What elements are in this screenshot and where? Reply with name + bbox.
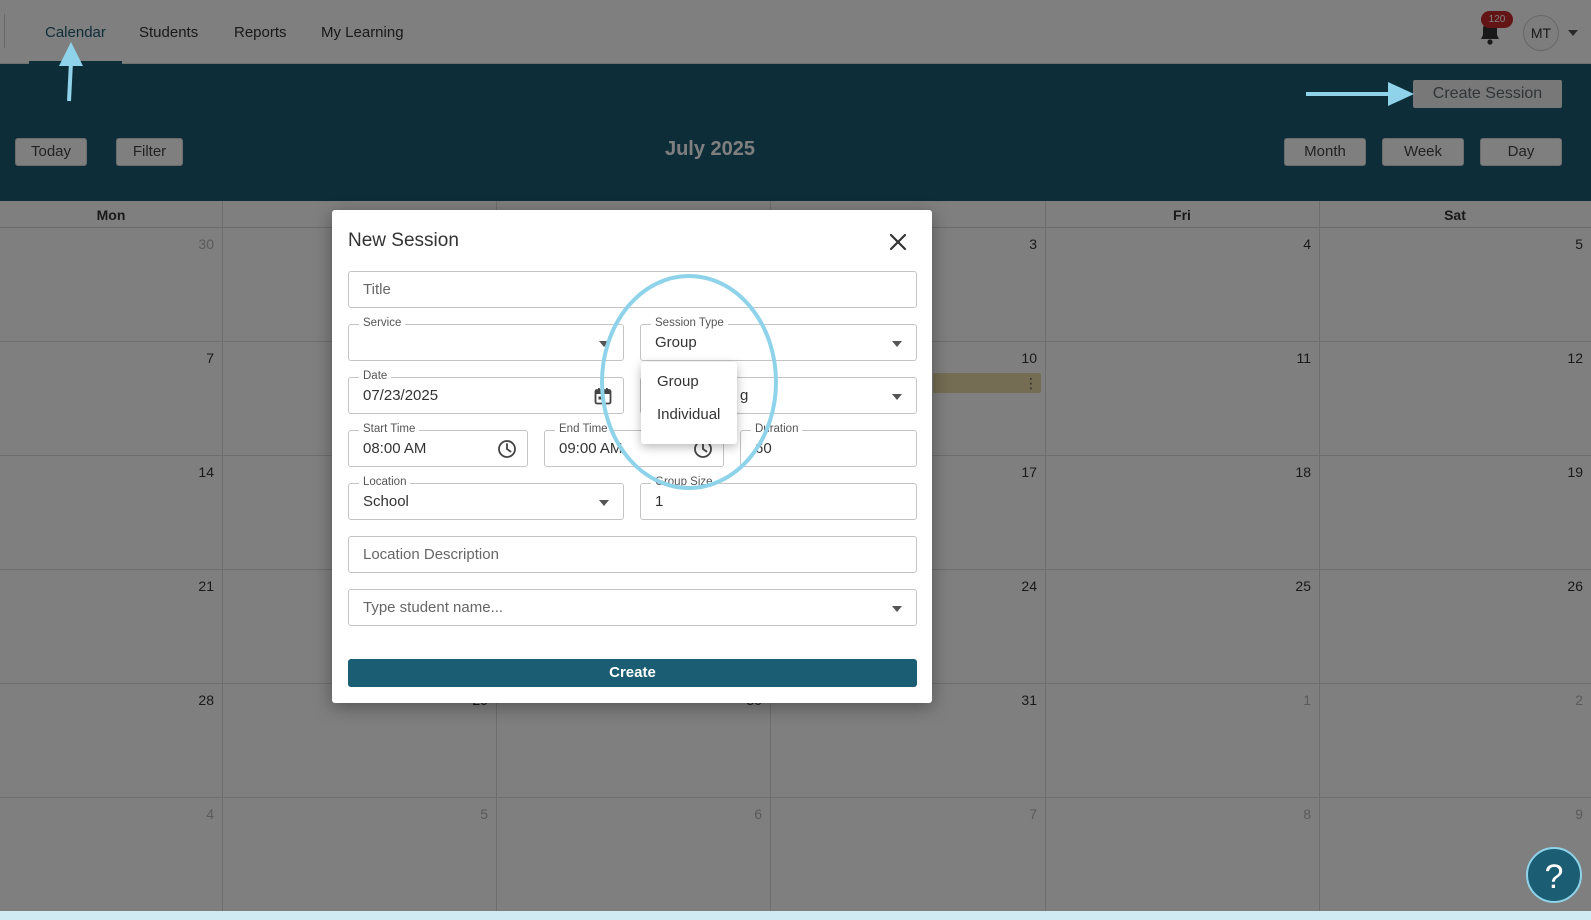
calendar-icon[interactable] <box>593 386 613 406</box>
close-icon[interactable] <box>886 230 910 254</box>
new-session-dialog: New Session Title Service Session Type G… <box>332 210 932 703</box>
service-select[interactable]: Service <box>348 317 624 361</box>
session-type-select[interactable]: Session Type Group <box>640 317 917 361</box>
option-group[interactable]: Group <box>641 366 737 398</box>
title-placeholder: Title <box>363 281 391 298</box>
end-time-value: 09:00 AM <box>559 440 623 457</box>
date-value: 07/23/2025 <box>363 387 439 404</box>
group-size-value: 1 <box>655 493 664 510</box>
session-type-value: Group <box>655 334 697 351</box>
bottom-bar <box>0 911 1591 920</box>
student-search-input[interactable]: Type student name... <box>348 589 917 626</box>
session-mode-value: g <box>740 387 749 404</box>
location-value: School <box>363 493 409 510</box>
option-individual[interactable]: Individual <box>641 399 737 431</box>
service-label: Service <box>359 317 406 330</box>
date-field[interactable]: Date 07/23/2025 <box>348 370 624 414</box>
chevron-down-icon <box>892 606 902 612</box>
student-search-placeholder: Type student name... <box>363 599 504 616</box>
help-button[interactable]: ? <box>1526 847 1582 903</box>
duration-value: 60 <box>755 440 772 457</box>
chevron-down-icon <box>892 394 902 400</box>
duration-field[interactable]: Duration 60 <box>740 423 917 467</box>
create-button[interactable]: Create <box>348 659 917 687</box>
chevron-down-icon <box>599 341 609 347</box>
location-description-placeholder: Location Description <box>363 546 499 563</box>
dialog-title: New Session <box>348 230 459 251</box>
session-type-dropdown: Group Individual <box>641 362 737 444</box>
chevron-down-icon <box>599 500 609 506</box>
location-select[interactable]: Location School <box>348 476 624 520</box>
chevron-down-icon <box>892 341 902 347</box>
location-description-input[interactable]: Location Description <box>348 536 917 573</box>
clock-icon[interactable] <box>497 439 517 459</box>
title-input[interactable]: Title <box>348 271 917 308</box>
start-time-field[interactable]: Start Time 08:00 AM <box>348 423 528 467</box>
start-time-value: 08:00 AM <box>363 440 427 457</box>
group-size-field[interactable]: Group Size 1 <box>640 476 917 520</box>
